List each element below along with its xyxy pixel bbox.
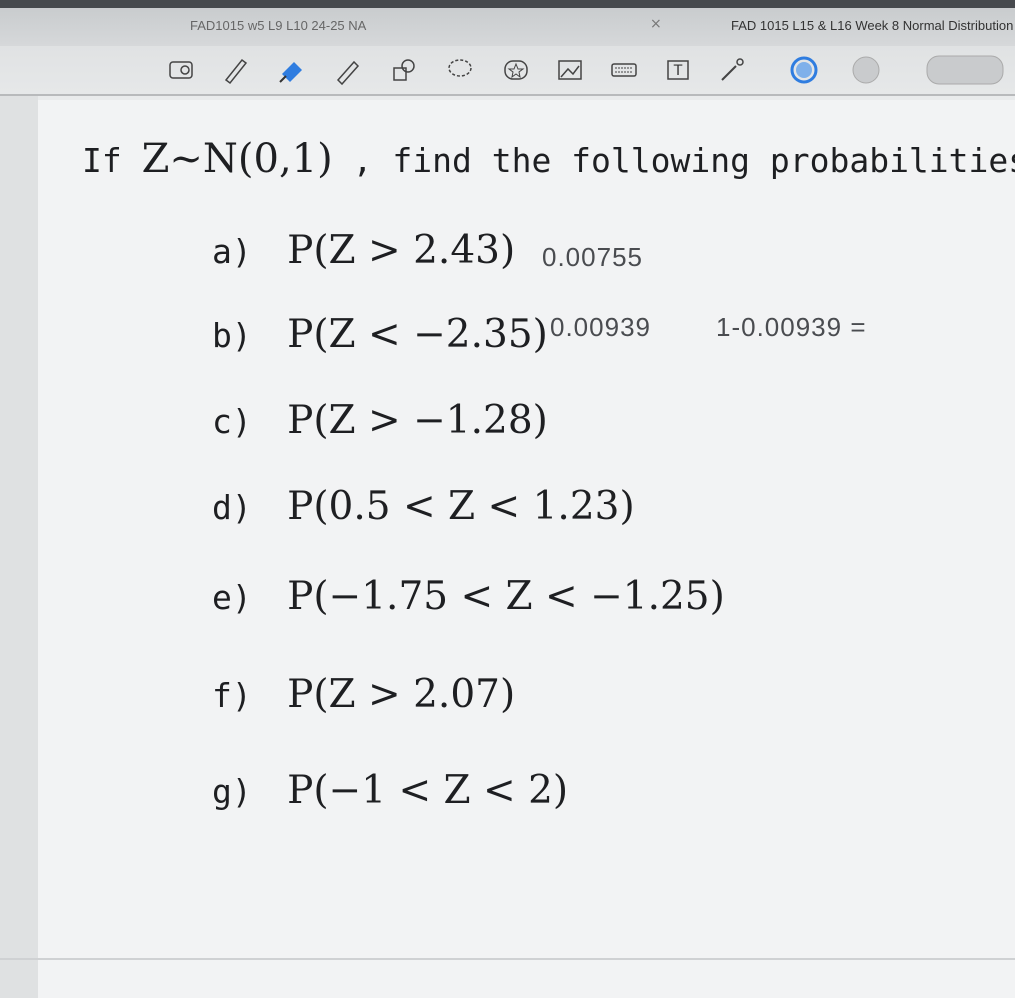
stroke-gray-icon[interactable]: [925, 54, 1005, 86]
item-expression: P(Z > −1.28): [287, 398, 548, 443]
highlighter-icon[interactable]: [276, 54, 308, 86]
item-label: f): [212, 676, 252, 715]
item-g: g) P(−1 < Z < 2): [212, 768, 568, 813]
image-icon[interactable]: [554, 54, 586, 86]
lasso-icon[interactable]: [444, 54, 476, 86]
pencil-icon[interactable]: [332, 54, 364, 86]
page-bottom-edge: [0, 958, 1015, 960]
item-b: b) P(Z < −2.35): [212, 312, 548, 357]
item-a: a) P(Z > 2.43): [212, 228, 515, 273]
item-label: c): [212, 402, 252, 441]
svg-text:T: T: [673, 63, 683, 79]
zoom-icon[interactable]: [166, 54, 198, 86]
annotation-toolbar: T: [0, 46, 1015, 96]
item-expression: P(−1.75 < Z < −1.25): [287, 574, 725, 619]
color-blue-icon[interactable]: [788, 54, 820, 86]
shapes-icon[interactable]: [388, 54, 420, 86]
item-label: e): [212, 578, 252, 617]
handwritten-note-b: 1-0.00939 =: [716, 312, 867, 342]
item-label: a): [212, 232, 252, 271]
question-suffix: , find the following probabilities.: [352, 141, 1015, 180]
worksheet-page: [38, 100, 1015, 998]
tab-bar: FAD1015 w5 L9 L10 24-25 NA × FAD 1015 L1…: [0, 0, 1015, 46]
item-d: d) P(0.5 < Z < 1.23): [212, 484, 635, 529]
item-label: g): [212, 772, 252, 811]
pen-icon[interactable]: [220, 54, 252, 86]
item-expression: P(0.5 < Z < 1.23): [287, 484, 635, 529]
handwritten-answer-a: 0.00755: [542, 242, 643, 272]
item-c: c) P(Z > −1.28): [212, 398, 548, 443]
item-expression: P(−1 < Z < 2): [287, 768, 569, 813]
item-label: d): [212, 488, 252, 527]
item-expression: P(Z > 2.43): [287, 228, 516, 273]
text-icon[interactable]: T: [662, 54, 694, 86]
laser-pointer-icon[interactable]: [716, 54, 748, 86]
question-distribution: Z~N(0,1): [141, 136, 333, 182]
item-e: e) P(−1.75 < Z < −1.25): [212, 574, 725, 619]
tab-fad1015-week8[interactable]: FAD 1015 L15 & L16 Week 8 Normal Distrib…: [731, 18, 1013, 33]
item-f: f) P(Z > 2.07): [212, 672, 515, 717]
question-prompt: If Z~N(0,1) , find the following probabi…: [82, 136, 1015, 182]
keyboard-icon[interactable]: [608, 54, 640, 86]
question-prefix: If: [82, 141, 122, 180]
handwritten-answer-b: 0.00939: [550, 312, 651, 342]
color-gray-icon[interactable]: [850, 54, 890, 86]
item-label: b): [212, 316, 252, 355]
close-tab-icon[interactable]: ×: [650, 16, 662, 32]
tab-fad1015-w5[interactable]: FAD1015 w5 L9 L10 24-25 NA: [190, 18, 366, 33]
star-icon[interactable]: [500, 54, 532, 86]
item-expression: P(Z < −2.35): [287, 312, 548, 357]
item-expression: P(Z > 2.07): [287, 672, 516, 717]
page-margin: [0, 96, 38, 998]
